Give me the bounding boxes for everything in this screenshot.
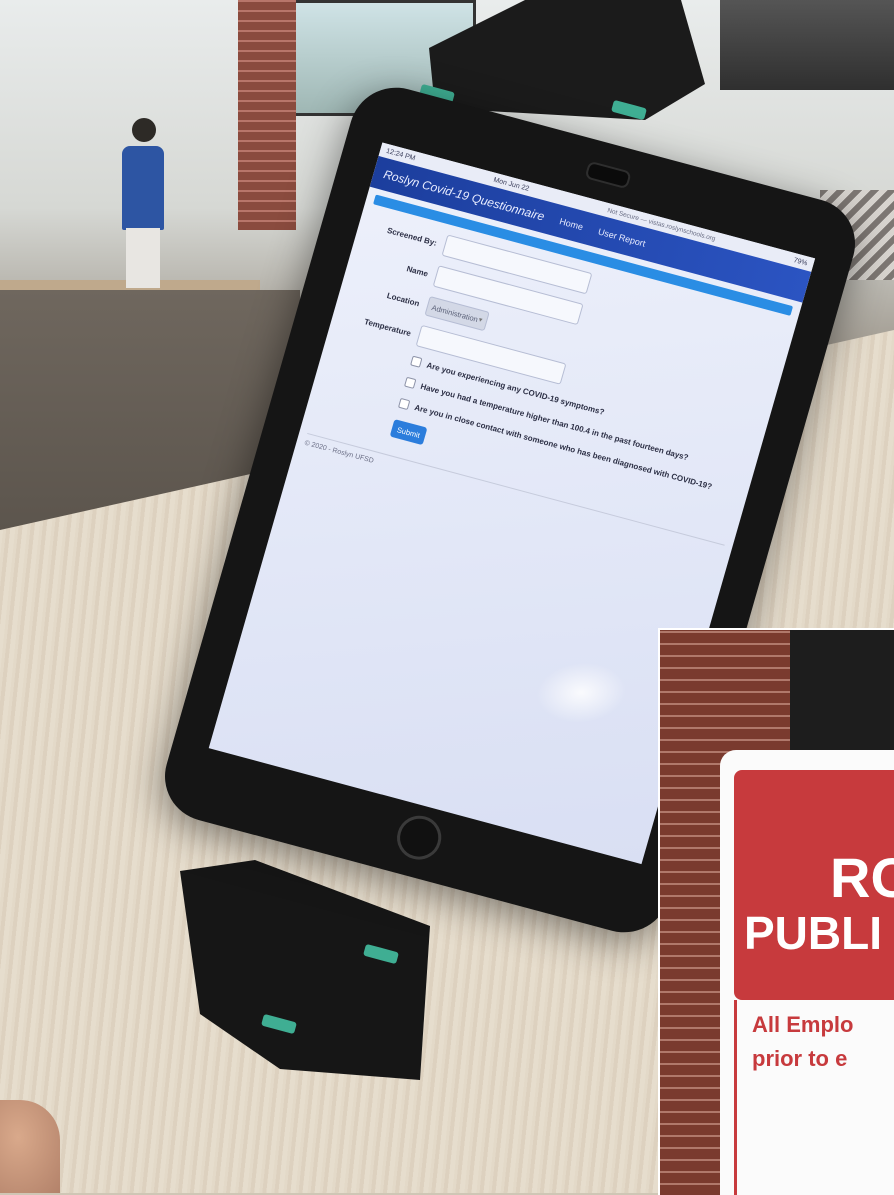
screen-glare bbox=[534, 659, 629, 727]
finger bbox=[0, 1100, 60, 1193]
sign-line-2: PUBLI bbox=[744, 907, 882, 959]
window-dark bbox=[720, 0, 894, 90]
submit-button[interactable]: Submit bbox=[389, 419, 428, 446]
inset-photo: RO PUBLI All Emplo prior to e bbox=[658, 628, 894, 1195]
person bbox=[118, 118, 174, 288]
name-label: Name bbox=[405, 263, 430, 279]
nav-link-home[interactable]: Home bbox=[558, 216, 584, 232]
battery-indicator: 79% bbox=[792, 256, 809, 267]
nav-link-user-report[interactable]: User Report bbox=[597, 227, 647, 249]
brick-column bbox=[238, 0, 296, 230]
district-sign: RO PUBLI All Emplo prior to e bbox=[720, 750, 894, 1195]
sign-line-3: All Emplo bbox=[752, 1012, 854, 1037]
home-button[interactable] bbox=[391, 810, 447, 865]
person-head bbox=[132, 118, 156, 142]
sign-line-1: RO bbox=[830, 846, 894, 909]
camera bbox=[584, 160, 632, 190]
chevron-down-icon: ▾ bbox=[477, 316, 484, 325]
inset-window bbox=[790, 630, 894, 750]
question-row: Have you had a temperature higher than 1… bbox=[403, 376, 754, 480]
sign-line-4: prior to e bbox=[752, 1046, 848, 1071]
person-body bbox=[122, 146, 164, 230]
screened-by-label: Screened By: bbox=[386, 225, 439, 248]
location-value: Administration bbox=[430, 302, 480, 324]
location-label: Location bbox=[385, 290, 421, 308]
contact-checkbox[interactable] bbox=[397, 397, 411, 411]
symptoms-checkbox[interactable] bbox=[410, 355, 423, 368]
location-select[interactable]: Administration ▾ bbox=[424, 295, 490, 332]
person-legs bbox=[126, 228, 160, 288]
temperature-label: Temperature bbox=[363, 316, 413, 338]
temperature-checkbox[interactable] bbox=[403, 376, 417, 389]
